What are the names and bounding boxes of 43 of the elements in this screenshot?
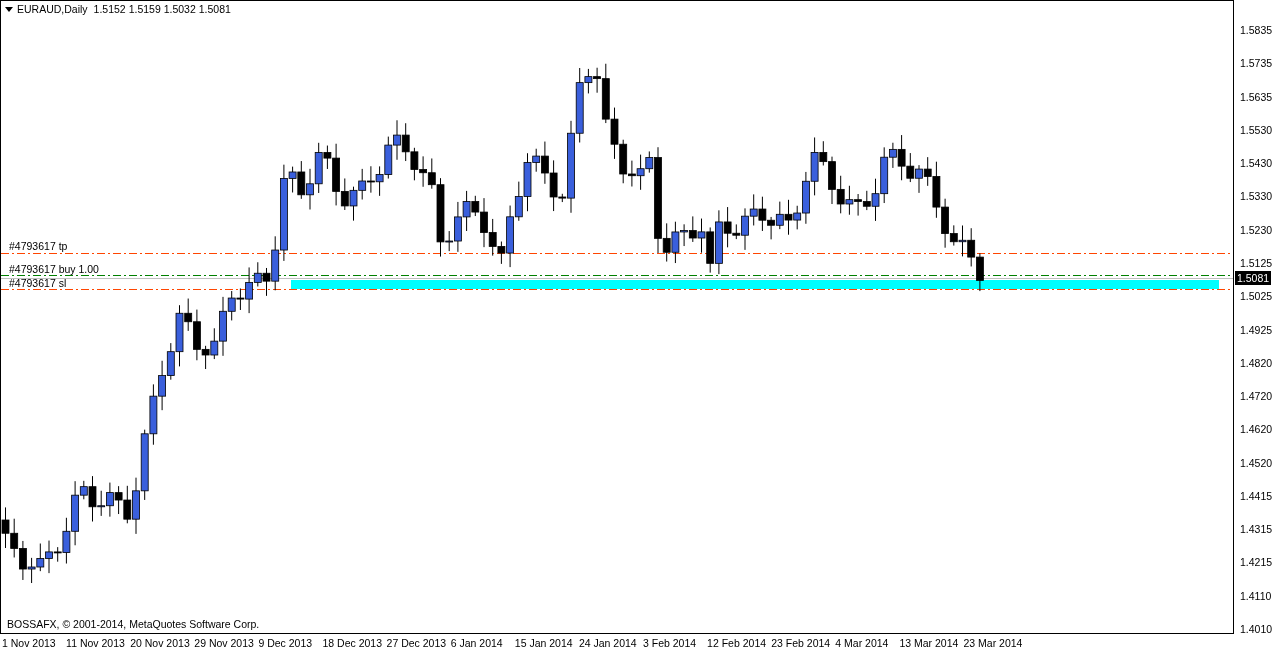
price-scale-label: 1.4520: [1240, 456, 1273, 469]
order-label: #4793617 sl: [9, 277, 67, 289]
time-scale-label: 15 Jan 2014: [514, 637, 573, 649]
price-scale-label: 1.5735: [1240, 57, 1273, 70]
time-scale-label: 20 Nov 2013: [130, 637, 190, 649]
time-scale-label: 23 Mar 2014: [963, 637, 1023, 649]
time-scale-label: 11 Nov 2013: [66, 637, 125, 649]
price-scale-label: 1.4925: [1240, 323, 1273, 336]
price-scale-label: 1.5835: [1240, 24, 1273, 36]
price-scale-label: 1.5125: [1240, 256, 1273, 269]
time-scale-label: 24 Jan 2014: [578, 637, 637, 649]
price-scale-label: 1.4820: [1240, 356, 1273, 369]
time-scale-label: 3 Feb 2014: [643, 637, 697, 649]
price-scale-label: 1.4620: [1240, 423, 1273, 436]
time-scale-label: 23 Feb 2014: [771, 637, 831, 649]
time-scale-label: 18 Dec 2013: [322, 637, 383, 649]
time-scale-label: 4 Mar 2014: [835, 637, 889, 649]
time-scale-label: 29 Nov 2013: [194, 637, 254, 649]
price-scale-label: 1.4720: [1240, 390, 1273, 403]
price-scale-label: 1.5230: [1240, 223, 1273, 236]
time-scale-label: 12 Feb 2014: [707, 637, 767, 649]
time-scale-label: 1 Nov 2013: [2, 637, 56, 649]
dropdown-triangle-icon[interactable]: [5, 6, 13, 12]
chart-ohlc: 1.5152 1.5159 1.5032 1.5081: [93, 3, 231, 15]
time-scale-label: 9 Dec 2013: [258, 637, 313, 649]
price-scale-label: 1.4315: [1240, 523, 1273, 536]
time-scale-label: 27 Dec 2013: [386, 637, 447, 649]
chart-symbol: EURAUD,Daily: [17, 3, 88, 15]
price-scale-label: 1.5430: [1240, 157, 1273, 170]
time-scale-label: 13 Mar 2014: [899, 637, 959, 649]
order-label: #4793617 tp: [9, 240, 68, 252]
order-label: #4793617 buy 1.00: [9, 263, 99, 275]
price-scale-label: 1.5025: [1240, 290, 1273, 303]
price-scale-label: 1.5635: [1240, 90, 1273, 103]
price-scale-label: 1.5530: [1240, 123, 1273, 136]
copyright-text: BOSSAFX, © 2001-2014, MetaQuotes Software Corp.: [7, 618, 260, 630]
time-scale-label: 6 Jan 2014: [450, 637, 503, 649]
price-scale-label: 1.5330: [1240, 190, 1273, 203]
price-scale-label: 1.4415: [1240, 489, 1273, 502]
current-price-marker: 1.5081: [1235, 271, 1272, 285]
price-scale-label: 1.4110: [1240, 589, 1272, 602]
price-scale-label: 1.4010: [1240, 623, 1273, 636]
price-scale-label: 1.4215: [1240, 556, 1273, 569]
